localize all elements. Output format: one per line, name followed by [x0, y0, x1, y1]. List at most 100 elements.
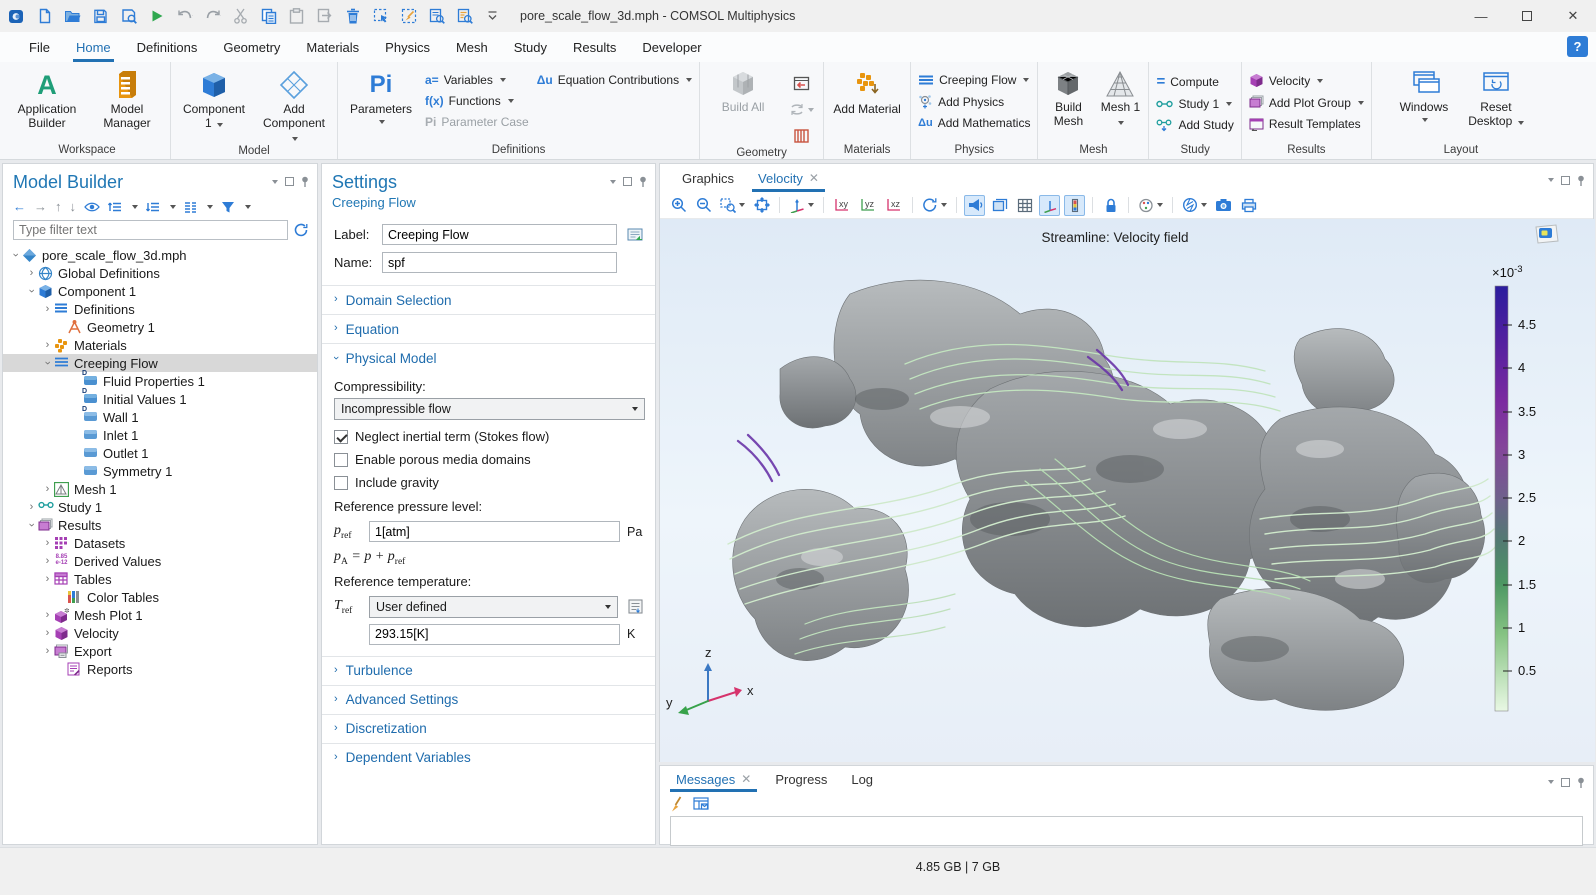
tree-item-mesh-1[interactable]: ›Mesh 1	[3, 480, 317, 498]
refresh-icon[interactable]	[294, 223, 309, 237]
tree-item-geometry-1[interactable]: ›Geometry 1	[3, 318, 317, 336]
remove-details-button[interactable]	[787, 125, 816, 146]
rotate-view-button[interactable]	[920, 195, 949, 216]
tree-item-initial-values-1[interactable]: ›DInitial Values 1	[3, 390, 317, 408]
close-tab-icon[interactable]: ✕	[741, 772, 751, 786]
section-dependent-variables[interactable]: ›Dependent Variables	[322, 743, 655, 772]
float-panel-icon[interactable]	[285, 177, 294, 186]
stokes-flow-checkbox[interactable]: Neglect inertial term (Stokes flow)	[334, 425, 645, 448]
open-in-table-button[interactable]	[693, 797, 709, 811]
reference-pressure-input[interactable]	[369, 521, 620, 542]
tree-item-velocity[interactable]: ›Velocity	[3, 624, 317, 642]
variables-button[interactable]: a=Variables	[425, 73, 529, 87]
tree-item-study-1[interactable]: ›Study 1	[3, 498, 317, 516]
run-button[interactable]	[148, 8, 165, 25]
menu-definitions[interactable]: Definitions	[124, 32, 211, 62]
section-turbulence[interactable]: ›Turbulence	[322, 656, 655, 685]
tree-item-reports[interactable]: ›Reports	[3, 660, 317, 678]
delete-button[interactable]	[344, 8, 361, 25]
component-1-button[interactable]: Component 1	[178, 67, 250, 131]
tab-log[interactable]: Log	[839, 766, 885, 792]
tree-item-outlet-1[interactable]: ›Outlet 1	[3, 444, 317, 462]
model-manager-button[interactable]: Model Manager	[91, 67, 163, 131]
checkbox-icon[interactable]	[334, 476, 348, 490]
include-gravity-checkbox[interactable]: Include gravity	[334, 471, 645, 494]
tree-item-export[interactable]: ›Export	[3, 642, 317, 660]
reset-desktop-button[interactable]: Reset Desktop	[1463, 67, 1529, 129]
insert-sequence-button[interactable]	[787, 73, 816, 94]
print-button[interactable]	[1238, 195, 1259, 216]
panel-menu-icon[interactable]	[272, 180, 278, 184]
float-panel-icon[interactable]	[1561, 778, 1570, 787]
duplicate-button[interactable]	[316, 8, 333, 25]
menu-file[interactable]: File	[16, 32, 63, 62]
pin-icon[interactable]	[1577, 175, 1585, 186]
filter-icon[interactable]	[221, 201, 235, 213]
save-as-search-button[interactable]	[120, 8, 137, 25]
close-tab-icon[interactable]: ✕	[809, 171, 819, 185]
reference-temperature-select[interactable]: User defined	[369, 596, 618, 618]
tree-item-fluid-properties-1[interactable]: ›DFluid Properties 1	[3, 372, 317, 390]
menu-study[interactable]: Study	[501, 32, 560, 62]
tree-item-tables[interactable]: ›Tables	[3, 570, 317, 588]
parameter-case-button[interactable]: PiParameter Case	[425, 115, 529, 129]
label-input[interactable]	[382, 224, 617, 245]
update-geometry-button[interactable]	[787, 99, 816, 120]
messages-output[interactable]	[670, 816, 1583, 846]
back-button[interactable]: ←	[13, 199, 26, 214]
rename-button[interactable]	[625, 225, 645, 245]
minimize-button[interactable]: —	[1458, 0, 1504, 32]
study-1-button[interactable]: Study 1	[1156, 97, 1233, 111]
menu-materials[interactable]: Materials	[293, 32, 372, 62]
checkbox-icon[interactable]	[334, 453, 348, 467]
filter-input[interactable]	[13, 220, 288, 240]
panel-menu-icon[interactable]	[1548, 780, 1554, 784]
move-down-button[interactable]: ↓	[70, 199, 77, 214]
move-up-button[interactable]: ↑	[55, 199, 62, 214]
section-equation[interactable]: ›Equation	[322, 314, 655, 343]
forward-button[interactable]: →	[34, 199, 47, 214]
compressibility-select[interactable]: Incompressible flow	[334, 398, 645, 420]
transparency-toggle[interactable]	[989, 195, 1010, 216]
color-legend-toggle[interactable]	[1064, 195, 1085, 216]
compute-button[interactable]: =Compute	[1156, 73, 1233, 90]
pin-icon[interactable]	[1577, 777, 1585, 788]
functions-button[interactable]: f(x)Functions	[425, 94, 529, 108]
section-discretization[interactable]: ›Discretization	[322, 714, 655, 743]
panel-menu-icon[interactable]	[610, 180, 616, 184]
view-xz-button[interactable]: xz	[883, 195, 905, 216]
close-button[interactable]: ✕	[1550, 0, 1596, 32]
redo-button[interactable]	[204, 8, 221, 25]
expand-all-button[interactable]	[146, 201, 160, 213]
menu-results[interactable]: Results	[560, 32, 629, 62]
clear-selection-button[interactable]	[400, 8, 417, 25]
add-physics-button[interactable]: Add Physics	[918, 94, 1030, 109]
clear-messages-button[interactable]	[670, 796, 683, 812]
menu-mesh[interactable]: Mesh	[443, 32, 501, 62]
build-all-button[interactable]: Build All	[707, 67, 779, 115]
paste-button[interactable]	[288, 8, 305, 25]
open-file-button[interactable]	[64, 8, 81, 25]
zoom-box-button[interactable]	[718, 195, 747, 216]
add-plot-group-button[interactable]: Add Plot Group	[1249, 95, 1364, 110]
node-grouping-button[interactable]	[184, 201, 197, 213]
tree-item-wall-1[interactable]: ›DWall 1	[3, 408, 317, 426]
tab-progress[interactable]: Progress	[763, 766, 839, 792]
plot-thumbnail-icon[interactable]	[1536, 225, 1558, 243]
tree-item-global-definitions[interactable]: ›Global Definitions	[3, 264, 317, 282]
chevron-down-icon[interactable]	[132, 205, 138, 209]
tree-item-inlet-1[interactable]: ›Inlet 1	[3, 426, 317, 444]
tree-item-creeping-flow[interactable]: ›Creeping Flow	[3, 354, 317, 372]
tab-messages[interactable]: Messages✕	[664, 766, 763, 792]
velocity-plot-button[interactable]: Velocity	[1249, 73, 1364, 88]
section-domain-selection[interactable]: ›Domain Selection	[322, 285, 655, 314]
menu-developer[interactable]: Developer	[629, 32, 714, 62]
chevron-down-icon[interactable]	[170, 205, 176, 209]
temperature-input[interactable]	[369, 624, 620, 645]
view-xy-button[interactable]: xy	[831, 195, 853, 216]
grid-toggle[interactable]	[1014, 195, 1035, 216]
pin-icon[interactable]	[639, 176, 647, 187]
equation-contributions-button[interactable]: ΔuEquation Contributions	[537, 73, 692, 87]
zoom-extents-button[interactable]	[751, 195, 772, 216]
scene-light-toggle[interactable]	[964, 195, 985, 216]
